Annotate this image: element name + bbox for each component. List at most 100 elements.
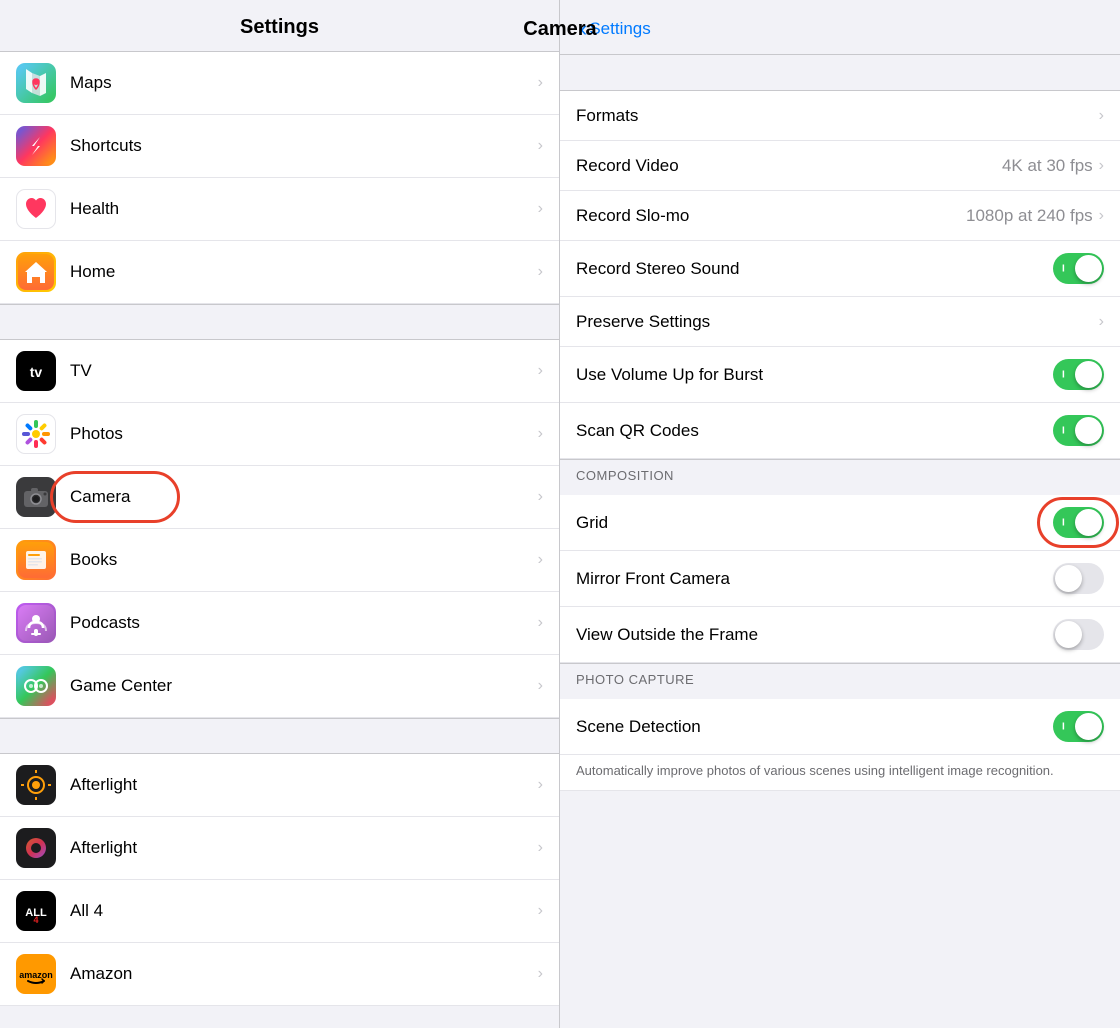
item-label-health: Health <box>70 199 538 219</box>
svg-text:tv: tv <box>30 364 43 380</box>
toggle-i-label: I <box>1062 721 1065 732</box>
cam-section-composition: GridI Mirror Front Camera View Outside the… <box>560 495 1120 663</box>
cam-item-scan-qr[interactable]: Scan QR Codes I <box>560 403 1120 459</box>
cam-label-mirror-front: Mirror Front Camera <box>576 569 1053 589</box>
afterlight2-icon <box>16 828 56 868</box>
cam-item-scene-detection[interactable]: Scene DetectionI <box>560 699 1120 755</box>
toggle-knob <box>1055 621 1082 648</box>
toggle-view-outside[interactable] <box>1053 619 1104 650</box>
shortcuts-icon <box>16 126 56 166</box>
chevron-icon: › <box>538 551 543 569</box>
settings-item-books[interactable]: Books› <box>0 529 559 592</box>
podcasts-icon <box>16 603 56 643</box>
cam-item-formats[interactable]: Formats› <box>560 91 1120 141</box>
settings-item-afterlight2[interactable]: Afterlight› <box>0 817 559 880</box>
toggle-record-stereo[interactable]: I <box>1053 253 1104 284</box>
cam-description-scene-description: Automatically improve photos of various … <box>560 755 1120 791</box>
cam-chevron-icon: › <box>1099 207 1104 225</box>
toggle-knob <box>1075 713 1102 740</box>
cam-chevron-icon: › <box>1099 157 1104 175</box>
item-label-podcasts: Podcasts <box>70 613 538 633</box>
back-label: Settings <box>589 19 650 39</box>
item-label-all4: All 4 <box>70 901 538 921</box>
right-title: Camera <box>523 18 596 41</box>
item-label-amazon: Amazon <box>70 964 538 984</box>
cam-label-preserve: Preserve Settings <box>576 312 1099 332</box>
cam-item-mirror-front[interactable]: Mirror Front Camera <box>560 551 1120 607</box>
grid-toggle-wrapper: I <box>1053 507 1104 538</box>
section-divider <box>0 304 559 340</box>
toggle-scan-qr[interactable]: I <box>1053 415 1104 446</box>
settings-item-tv[interactable]: tv TV› <box>0 340 559 403</box>
item-label-afterlight1: Afterlight <box>70 775 538 795</box>
toggle-knob <box>1075 417 1102 444</box>
svg-text:amazon: amazon <box>19 970 53 980</box>
maps-icon <box>16 63 56 103</box>
chevron-icon: › <box>538 362 543 380</box>
settings-item-amazon[interactable]: amazon Amazon› <box>0 943 559 1006</box>
all4-icon: ALL 4 <box>16 891 56 931</box>
item-label-home: Home <box>70 262 538 282</box>
cam-item-preserve[interactable]: Preserve Settings› <box>560 297 1120 347</box>
cam-section-main: Formats›Record Video4K at 30 fps›Record … <box>560 91 1120 459</box>
item-label-afterlight2: Afterlight <box>70 838 538 858</box>
settings-item-home[interactable]: Home› <box>0 241 559 304</box>
chevron-icon: › <box>538 74 543 92</box>
cam-item-volume-burst[interactable]: Use Volume Up for BurstI <box>560 347 1120 403</box>
cam-chevron-icon: › <box>1099 107 1104 125</box>
cam-item-record-video[interactable]: Record Video4K at 30 fps › <box>560 141 1120 191</box>
camera-highlight-circle <box>50 471 180 523</box>
chevron-icon: › <box>538 200 543 218</box>
afterlight1-icon <box>16 765 56 805</box>
cam-item-view-outside[interactable]: View Outside the Frame <box>560 607 1120 663</box>
cam-label-scan-qr: Scan QR Codes <box>576 421 1053 441</box>
toggle-mirror-front[interactable] <box>1053 563 1104 594</box>
left-title: Settings <box>0 16 559 39</box>
section-header-photo-capture: PHOTO CAPTURE <box>560 663 1120 699</box>
toggle-scene-detection[interactable]: I <box>1053 711 1104 742</box>
cam-value-record-slomo: 1080p at 240 fps <box>966 206 1093 226</box>
section-header-composition: COMPOSITION <box>560 459 1120 495</box>
cam-label-formats: Formats <box>576 106 1099 126</box>
cam-value-record-video: 4K at 30 fps <box>1002 156 1093 176</box>
home-icon <box>16 252 56 292</box>
settings-list: Maps› Shortcuts› Health› Home› tv TV› <box>0 52 559 1006</box>
settings-item-afterlight1[interactable]: Afterlight› <box>0 754 559 817</box>
toggle-i-label: I <box>1062 425 1065 436</box>
chevron-icon: › <box>538 425 543 443</box>
settings-item-podcasts[interactable]: Podcasts› <box>0 592 559 655</box>
toggle-i-label: I <box>1062 369 1065 380</box>
right-panel: ‹ Settings Camera Formats›Record Video4K… <box>560 0 1120 1028</box>
settings-item-all4[interactable]: ALL 4 All 4› <box>0 880 559 943</box>
settings-item-camera[interactable]: Camera› <box>0 466 559 529</box>
cam-item-record-slomo[interactable]: Record Slo-mo1080p at 240 fps › <box>560 191 1120 241</box>
chevron-icon: › <box>538 902 543 920</box>
chevron-icon: › <box>538 488 543 506</box>
cam-label-record-slomo: Record Slo-mo <box>576 206 966 226</box>
settings-item-gamecenter[interactable]: Game Center› <box>0 655 559 718</box>
settings-item-health[interactable]: Health› <box>0 178 559 241</box>
cam-item-record-stereo[interactable]: Record Stereo SoundI <box>560 241 1120 297</box>
cam-label-view-outside: View Outside the Frame <box>576 625 1053 645</box>
toggle-grid[interactable]: I <box>1053 507 1104 538</box>
chevron-icon: › <box>538 965 543 983</box>
cam-chevron-icon: › <box>1099 313 1104 331</box>
item-label-shortcuts: Shortcuts <box>70 136 538 156</box>
toggle-knob <box>1075 255 1102 282</box>
books-icon <box>16 540 56 580</box>
chevron-icon: › <box>538 839 543 857</box>
item-label-gamecenter: Game Center <box>70 676 538 696</box>
section-divider <box>0 718 559 754</box>
settings-item-photos[interactable]: Photos› <box>0 403 559 466</box>
cam-item-grid[interactable]: GridI <box>560 495 1120 551</box>
settings-item-maps[interactable]: Maps› <box>0 52 559 115</box>
cam-label-record-video: Record Video <box>576 156 1002 176</box>
chevron-icon: › <box>538 677 543 695</box>
chevron-icon: › <box>538 137 543 155</box>
left-panel: Settings Maps› Shortcuts› Health› <box>0 0 560 1028</box>
toggle-knob <box>1055 565 1082 592</box>
chevron-icon: › <box>538 614 543 632</box>
settings-item-shortcuts[interactable]: Shortcuts› <box>0 115 559 178</box>
chevron-icon: › <box>538 263 543 281</box>
toggle-volume-burst[interactable]: I <box>1053 359 1104 390</box>
